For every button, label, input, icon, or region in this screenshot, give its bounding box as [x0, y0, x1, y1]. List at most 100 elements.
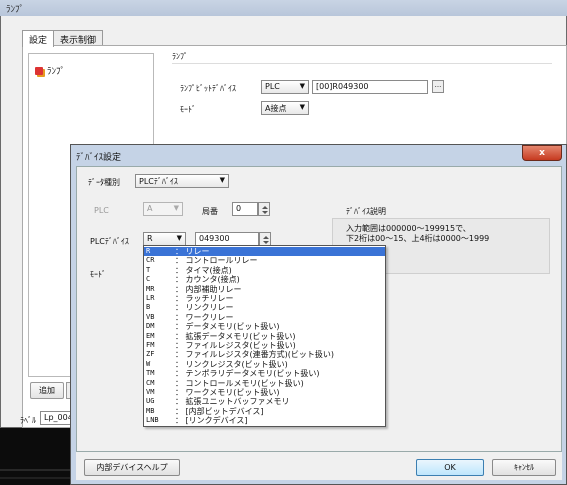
device-dropdown-list[interactable]: R ： リレー CR ： コントロールリレー T ： タイマ(接点) C ： カウンタ(接点)…: [143, 245, 386, 427]
plc-device-label: PLCﾃﾞﾊﾞｲｽ: [90, 237, 129, 246]
dropdown-item-code: CM: [146, 378, 155, 387]
tab-display-control[interactable]: 表示制御: [53, 30, 104, 46]
dropdown-item[interactable]: EM ： 拡張データメモリ(ビット扱い): [144, 332, 385, 341]
dropdown-item-code: MR: [146, 284, 155, 293]
dropdown-item-description: ： ワークメモリ(ビット扱い): [175, 388, 280, 397]
dropdown-item-code: EM: [146, 331, 155, 340]
dropdown-item-description: ： ファイルレジスタ(ビット扱い): [175, 341, 296, 350]
dropdown-item-code: VM: [146, 388, 155, 396]
dialog-title: ﾃﾞﾊﾞｲｽ設定: [76, 153, 122, 163]
dropdown-item-description: ： テンポラリデータメモリ(ビット扱い): [175, 369, 320, 379]
add-button[interactable]: 追加: [30, 382, 64, 399]
dropdown-item[interactable]: T ： タイマ(接点): [144, 266, 385, 275]
dropdown-item[interactable]: TM ： テンポラリデータメモリ(ビット扱い): [144, 369, 385, 378]
mode-select[interactable]: A接点 ▼: [261, 101, 309, 115]
dropdown-item-code: DM: [146, 322, 155, 331]
dropdown-item-description: ： カウンタ(接点): [175, 275, 240, 285]
station-spinner[interactable]: [258, 202, 270, 216]
dropdown-item-code: C: [146, 275, 151, 284]
close-button[interactable]: x: [522, 145, 562, 161]
lamp-bit-device-label: ﾗﾝﾌﾟﾋﾞｯﾄﾃﾞﾊﾞｲｽ: [180, 84, 236, 93]
ok-button[interactable]: OK: [416, 459, 484, 476]
dropdown-item[interactable]: C ： カウンタ(接点): [144, 275, 385, 284]
dropdown-item-description: ： コントロールリレー: [175, 256, 258, 266]
internal-device-help-button[interactable]: 内部デバイスヘルプ: [84, 459, 180, 476]
device-address-input[interactable]: 049300: [195, 232, 259, 246]
dropdown-item[interactable]: W ： リンクレジスタ(ビット扱い): [144, 360, 385, 369]
plc-select-disabled: A ▼: [143, 202, 183, 216]
dropdown-item-code: CR: [146, 256, 155, 265]
plc-select[interactable]: PLC ▼: [261, 80, 309, 94]
dropdown-item[interactable]: VM ： ワークメモリ(ビット扱い): [144, 388, 385, 397]
dropdown-item-description: ： ラッチリレー: [175, 294, 234, 303]
plc-select-value: PLC: [265, 82, 280, 91]
label-label: ﾗﾍﾞﾙ: [20, 416, 36, 425]
chevron-down-icon: ▼: [173, 204, 179, 212]
dropdown-item[interactable]: UG ： 拡張ユニットバッファメモリ: [144, 397, 385, 406]
dropdown-item-code: FM: [146, 341, 155, 349]
chevron-down-icon: ▼: [176, 234, 182, 242]
dropdown-item-description: ： コントロールメモリ(ビット扱い): [175, 378, 304, 388]
browse-button[interactable]: ...: [432, 80, 444, 93]
dropdown-item[interactable]: R ： リレー: [144, 247, 385, 257]
dropdown-item-description: ： リンクレジスタ(ビット扱い): [175, 359, 288, 369]
dropdown-item-description: ： リレー: [175, 247, 210, 256]
dropdown-item-code: B: [146, 303, 151, 312]
chevron-down-icon: ▼: [299, 82, 305, 90]
dropdown-item[interactable]: DM ： データメモリ(ビット扱い): [144, 322, 385, 331]
tree-item-label: ﾗﾝﾌﾟ: [47, 67, 66, 77]
chevron-down-icon: ▼: [299, 103, 305, 111]
tab-settings[interactable]: 設定: [22, 30, 55, 47]
plc-device-select[interactable]: R ▼: [143, 232, 186, 246]
dropdown-item[interactable]: MR ： 内部補助リレー: [144, 285, 385, 294]
lamp-window-titlebar: ﾗﾝﾌﾟ: [0, 0, 567, 16]
device-description-label: ﾃﾞﾊﾞｲｽ説明: [346, 207, 386, 216]
lamp-tabs: 設定 表示制御: [22, 30, 104, 47]
lamp-device-field[interactable]: [00]R049300: [312, 80, 428, 94]
dropdown-item-code: UG: [146, 397, 155, 406]
device-type-value: PLCﾃﾞﾊﾞｲｽ: [139, 177, 178, 186]
dropdown-item-description: ： ワークリレー: [175, 312, 234, 322]
dropdown-item-description: ： データメモリ(ビット扱い): [175, 322, 280, 332]
group-divider: [172, 63, 552, 64]
device-description-text: 入力範囲は000000～199915で、 下2桁は00～15、上4桁は0000～…: [346, 224, 490, 243]
dropdown-item[interactable]: CM ： コントロールメモリ(ビット扱い): [144, 379, 385, 388]
dropdown-item-code: LNB: [146, 416, 159, 425]
dropdown-item[interactable]: FM ： ファイルレジスタ(ビット扱い): [144, 341, 385, 350]
plc-label: PLC: [94, 206, 109, 215]
dropdown-item[interactable]: LNB ： [リンクデバイス]: [144, 416, 385, 425]
device-type-select[interactable]: PLCﾃﾞﾊﾞｲｽ ▼: [135, 174, 229, 188]
dialog-mode-label: ﾓｰﾄﾞ: [90, 270, 106, 279]
dropdown-item-description: ： 拡張ユニットバッファメモリ: [175, 397, 290, 407]
group-title: ﾗﾝﾌﾟ: [172, 52, 188, 61]
plc-device-value: R: [147, 234, 153, 243]
dropdown-item-description: ： 拡張データメモリ(ビット扱い): [175, 331, 296, 341]
cancel-button[interactable]: ｷｬﾝｾﾙ: [492, 459, 556, 476]
device-type-label: ﾃﾞｰﾀ種別: [88, 178, 120, 187]
dropdown-item-description: ： タイマ(接点): [175, 265, 232, 275]
dropdown-item-code: ZF: [146, 350, 155, 359]
dropdown-item[interactable]: B ： リンクリレー: [144, 303, 385, 312]
address-spinner[interactable]: [259, 232, 271, 246]
chevron-down-icon: ▼: [219, 176, 225, 184]
dropdown-item-code: R: [146, 247, 151, 255]
station-input[interactable]: 0: [232, 202, 258, 216]
dropdown-item[interactable]: MB ： [内部ビットデバイス]: [144, 407, 385, 416]
dropdown-item-description: ： リンクリレー: [175, 303, 234, 313]
dropdown-item[interactable]: VB ： ワークリレー: [144, 313, 385, 322]
dropdown-item[interactable]: CR ： コントロールリレー: [144, 256, 385, 265]
dropdown-item-code: VB: [146, 312, 155, 321]
dropdown-item[interactable]: LR ： ラッチリレー: [144, 294, 385, 303]
dropdown-item-description: ： ファイルレジスタ(連番方式)(ビット扱い): [175, 350, 335, 360]
mode-select-value: A接点: [265, 104, 287, 113]
tree-item-lamp[interactable]: ﾗﾝﾌﾟ: [35, 64, 65, 77]
dropdown-item-description: ： 内部補助リレー: [175, 284, 242, 294]
plc-value: A: [147, 204, 153, 213]
lamp-icon: [35, 67, 43, 75]
dropdown-item-description: ： [リンクデバイス]: [175, 416, 248, 426]
mode-label: ﾓｰﾄﾞ: [180, 105, 196, 114]
dropdown-item-code: W: [146, 359, 151, 368]
close-icon: x: [539, 148, 545, 158]
dropdown-item[interactable]: ZF ： ファイルレジスタ(連番方式)(ビット扱い): [144, 350, 385, 359]
dropdown-item-description: ： [内部ビットデバイス]: [175, 406, 264, 416]
